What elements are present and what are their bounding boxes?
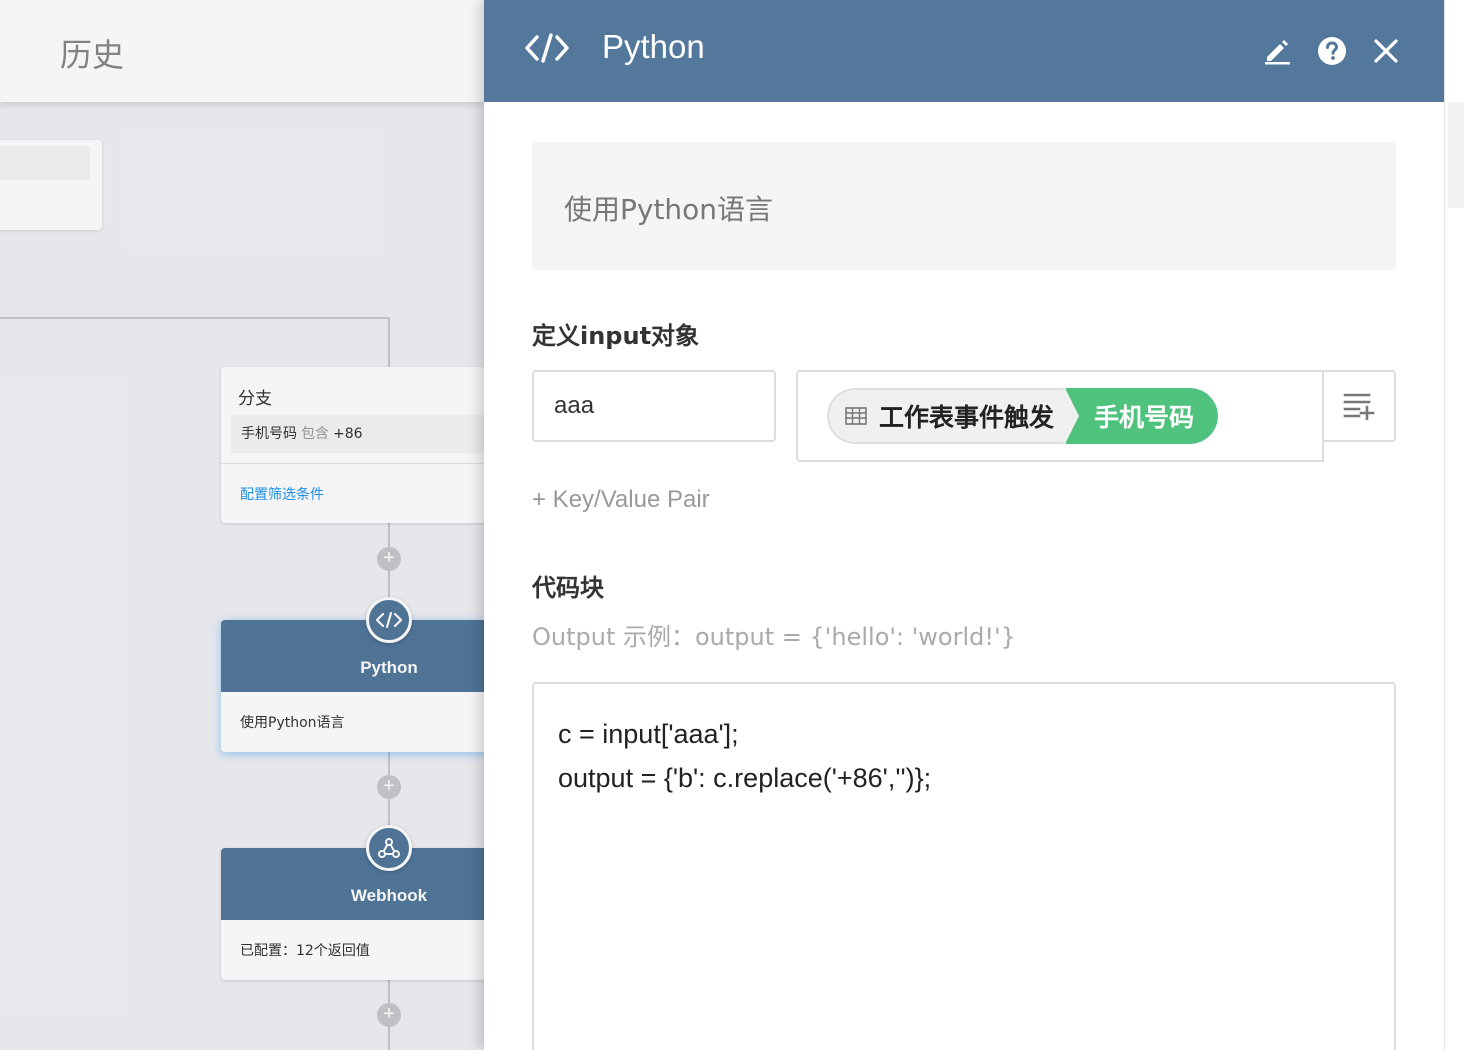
- code-section-label: 代码块: [532, 574, 604, 602]
- scrollbar-thumb[interactable]: [1448, 102, 1464, 208]
- add-step-button[interactable]: +: [377, 1003, 401, 1027]
- condition-field: 手机号码: [241, 426, 297, 442]
- list-add-icon: [1343, 393, 1375, 420]
- python-node-title: Python: [360, 658, 418, 677]
- configure-filter-link[interactable]: 配置筛选条件: [240, 484, 324, 504]
- webhook-icon: [378, 838, 400, 858]
- tag-field: 手机号码: [1065, 388, 1219, 444]
- webhook-node-header: Webhook: [221, 848, 484, 920]
- plus-icon: +: [383, 1003, 395, 1025]
- help-icon: [1318, 37, 1346, 65]
- edit-icon: [1265, 40, 1290, 65]
- description-text: 使用Python语言: [564, 193, 774, 226]
- connector-line: [388, 317, 390, 369]
- python-node-icon: [366, 597, 412, 643]
- table-icon: [845, 407, 867, 425]
- edit-button[interactable]: [1259, 33, 1295, 69]
- help-button[interactable]: [1314, 33, 1350, 69]
- condition-operator: 包含: [301, 426, 329, 442]
- python-node-description: 使用Python语言: [240, 715, 345, 731]
- python-node[interactable]: Python 使用Python语言: [221, 620, 484, 752]
- workflow-canvas: 历史 分支 手机号码 包含 +86 配置筛选条件 + Python 使用Python…: [0, 0, 484, 1050]
- plus-icon: +: [383, 547, 395, 569]
- tag-source: 工作表事件触发: [827, 388, 1067, 444]
- output-example-hint: Output 示例：output = {'hello': 'world!'}: [532, 623, 1016, 651]
- code-line: c = input['aaa'];: [558, 719, 739, 749]
- webhook-node[interactable]: Webhook 已配置：12个返回值: [221, 848, 484, 980]
- partial-node-inner: [0, 146, 90, 180]
- close-icon: [1374, 39, 1398, 63]
- history-tab[interactable]: 历史: [60, 30, 124, 76]
- python-config-panel: Python 使用Python语言 定义input对象 工作表事件触发 手机号码…: [484, 0, 1444, 1050]
- python-node-header: Python: [221, 620, 484, 692]
- canvas-topbar: 历史: [0, 0, 484, 102]
- add-key-value-pair-button[interactable]: + Key/Value Pair: [532, 486, 710, 514]
- input-value-field[interactable]: 工作表事件触发 手机号码: [796, 370, 1324, 462]
- tag-source-label: 工作表事件触发: [879, 403, 1055, 432]
- add-step-button[interactable]: +: [377, 775, 401, 799]
- branch-node-title: 分支: [238, 389, 272, 409]
- description-field[interactable]: 使用Python语言: [532, 142, 1396, 270]
- code-line: output = {'b': c.replace('+86','')};: [558, 763, 932, 793]
- webhook-node-description: 已配置：12个返回值: [240, 943, 370, 959]
- webhook-node-title: Webhook: [350, 886, 428, 905]
- partial-node-card[interactable]: [0, 140, 102, 230]
- input-section-label: 定义input对象: [532, 322, 700, 350]
- connector-line: [0, 317, 390, 319]
- code-icon: [376, 612, 402, 628]
- plus-icon: +: [383, 775, 395, 797]
- code-editor[interactable]: c = input['aaa']; output = {'b': c.repla…: [532, 682, 1396, 1050]
- divider: [221, 463, 484, 464]
- insert-field-button[interactable]: [1322, 370, 1396, 442]
- input-key-field[interactable]: [532, 370, 776, 442]
- branch-node[interactable]: 分支 手机号码 包含 +86 配置筛选条件: [221, 367, 484, 523]
- branch-condition: 手机号码 包含 +86: [231, 415, 484, 453]
- code-icon: [525, 33, 569, 63]
- panel-title: Python: [602, 28, 705, 65]
- condition-value: +86: [333, 426, 363, 442]
- webhook-node-icon: [366, 825, 412, 871]
- close-button[interactable]: [1368, 33, 1404, 69]
- panel-header: Python: [484, 0, 1444, 102]
- add-step-button[interactable]: +: [377, 547, 401, 571]
- field-reference-tag[interactable]: 工作表事件触发 手机号码: [827, 388, 1219, 444]
- scrollbar[interactable]: [1444, 0, 1464, 1050]
